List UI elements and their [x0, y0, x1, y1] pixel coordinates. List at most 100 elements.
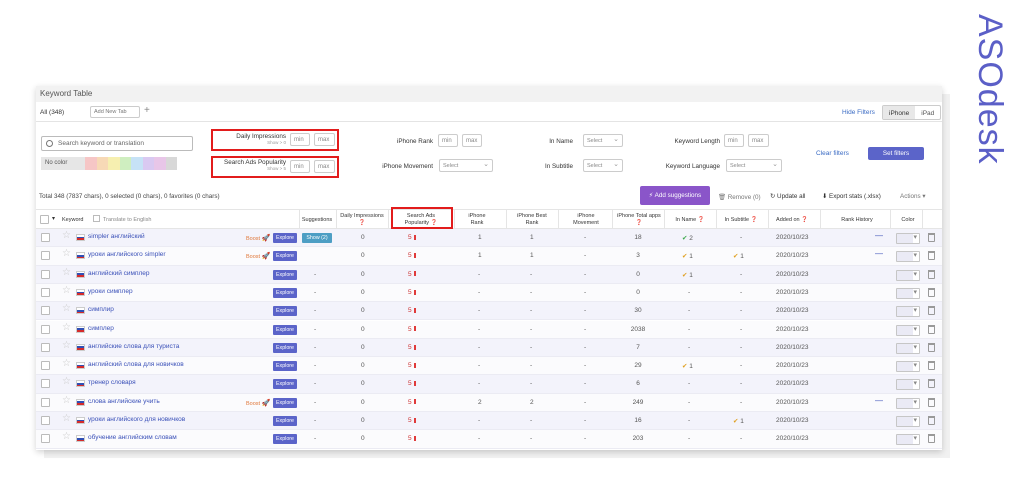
explore-button[interactable]: Explore — [273, 251, 297, 262]
actions-menu[interactable]: Actions ▾ — [900, 193, 926, 200]
delete-trash-icon[interactable] — [928, 324, 935, 334]
row-checkbox[interactable] — [41, 306, 50, 316]
color-select[interactable] — [896, 416, 920, 427]
color-select[interactable] — [896, 324, 920, 336]
delete-trash-icon[interactable] — [928, 416, 935, 425]
favorite-star-icon[interactable]: ☆ — [62, 303, 71, 314]
color-swatch[interactable] — [165, 157, 177, 170]
add-new-tab-input[interactable]: Add New Tab — [90, 106, 140, 118]
keyword-link[interactable]: обучение английским словам — [88, 434, 177, 441]
color-swatch[interactable] — [108, 157, 120, 170]
row-checkbox[interactable] — [41, 361, 50, 371]
in-subtitle-select[interactable]: Select — [583, 159, 623, 172]
column-keyword[interactable]: Keyword — [62, 217, 83, 224]
row-checkbox[interactable] — [41, 324, 50, 334]
column-iphone-total-apps[interactable]: iPhone Total apps ❓ — [617, 213, 661, 227]
no-color-option[interactable]: No color — [41, 157, 85, 170]
favorite-star-icon[interactable]: ☆ — [62, 322, 71, 333]
keyword-link[interactable]: симплер — [88, 325, 114, 332]
boost-label[interactable]: Boost 🚀 — [246, 399, 270, 407]
favorite-star-icon[interactable]: ☆ — [62, 376, 71, 387]
keyword-language-select[interactable]: Select — [726, 159, 782, 172]
explore-button[interactable]: Explore — [273, 434, 297, 445]
select-all-checkbox[interactable] — [40, 215, 49, 224]
row-checkbox[interactable] — [41, 434, 50, 444]
color-swatch[interactable] — [131, 157, 143, 170]
iphone-rank-max[interactable]: max — [462, 134, 482, 147]
color-select[interactable] — [896, 269, 920, 281]
row-checkbox[interactable] — [41, 269, 50, 279]
keyword-link[interactable]: симплир — [88, 306, 114, 313]
delete-trash-icon[interactable] — [928, 251, 935, 261]
delete-trash-icon[interactable] — [928, 434, 935, 444]
favorite-star-icon[interactable]: ☆ — [62, 358, 71, 369]
color-swatch[interactable] — [154, 157, 166, 170]
color-select[interactable] — [896, 306, 920, 318]
row-checkbox[interactable] — [41, 379, 50, 389]
column-iphone-rank[interactable]: iPhone Rank — [462, 213, 492, 227]
explore-button[interactable]: Explore — [273, 342, 297, 353]
delete-trash-icon[interactable] — [928, 269, 935, 279]
delete-trash-icon[interactable] — [928, 342, 935, 352]
keyword-link[interactable]: уроки симплер — [88, 288, 133, 295]
color-select[interactable] — [896, 397, 920, 409]
favorite-star-icon[interactable]: ☆ — [62, 267, 71, 278]
tab-all[interactable]: All (348) — [40, 109, 64, 116]
hide-filters-link[interactable]: Hide Filters — [842, 109, 875, 116]
column-daily-impressions[interactable]: Daily Impressions ❓ — [340, 213, 384, 227]
keyword-link[interactable]: английский слова для новичков — [88, 361, 184, 368]
delete-trash-icon[interactable] — [928, 287, 935, 297]
color-swatch[interactable] — [96, 157, 108, 170]
remove-button[interactable]: 🗑 Remove (0) — [718, 193, 761, 201]
explore-button[interactable]: Explore — [273, 287, 297, 298]
color-select[interactable] — [896, 361, 920, 373]
favorite-star-icon[interactable]: ☆ — [62, 285, 71, 296]
delete-trash-icon[interactable] — [928, 379, 935, 389]
keyword-link[interactable]: уроки английского simpler — [88, 251, 166, 258]
search-input[interactable]: Search keyword or translation — [41, 136, 193, 151]
explore-button[interactable]: Explore — [273, 233, 297, 243]
iphone-rank-min[interactable]: min — [438, 134, 458, 147]
rank-history-sparkline[interactable]: — — [875, 396, 883, 405]
column-iphone-best-rank[interactable]: iPhone Best Rank — [512, 213, 552, 227]
keyword-link[interactable]: уроки английского для новичков — [88, 416, 185, 423]
keyword-link[interactable]: слова английские учить — [88, 398, 160, 405]
set-filters-button[interactable]: Set filters — [868, 147, 924, 160]
color-select[interactable] — [896, 233, 920, 244]
delete-trash-icon[interactable] — [928, 233, 935, 242]
keyword-link[interactable]: английские слова для туриста — [88, 343, 179, 350]
delete-trash-icon[interactable] — [928, 397, 935, 407]
column-in-subtitle[interactable]: In Subtitle ❓ — [719, 217, 763, 224]
translate-checkbox[interactable] — [93, 215, 100, 222]
explore-button[interactable]: Explore — [273, 324, 297, 335]
explore-button[interactable]: Explore — [273, 306, 297, 317]
favorite-star-icon[interactable]: ☆ — [62, 340, 71, 351]
daily-impressions-max[interactable]: max — [314, 133, 335, 146]
rank-history-sparkline[interactable]: — — [875, 231, 883, 240]
show-suggestions-button[interactable]: Show (2) — [302, 233, 332, 243]
favorite-star-icon[interactable]: ☆ — [62, 248, 71, 259]
clear-filters-link[interactable]: Clear filters — [816, 150, 849, 157]
explore-button[interactable]: Explore — [273, 397, 297, 408]
keyword-link[interactable]: тренер словаря — [88, 379, 136, 386]
explore-button[interactable]: Explore — [273, 416, 297, 426]
daily-impressions-min[interactable]: min — [290, 133, 310, 146]
explore-button[interactable]: Explore — [273, 379, 297, 390]
iphone-movement-select[interactable]: Select — [439, 159, 493, 172]
row-checkbox[interactable] — [41, 416, 50, 425]
color-select[interactable] — [896, 342, 920, 354]
device-iphone-button[interactable]: iPhone — [883, 106, 916, 119]
column-added-on[interactable]: Added on ❓ — [770, 217, 814, 224]
explore-button[interactable]: Explore — [273, 361, 297, 372]
color-select[interactable] — [896, 251, 920, 263]
add-tab-plus-icon[interactable]: + — [144, 105, 150, 116]
keyword-length-max[interactable]: max — [748, 134, 769, 147]
favorite-star-icon[interactable]: ☆ — [62, 230, 71, 241]
column-suggestions[interactable]: Suggestions — [300, 217, 334, 224]
column-iphone-movement[interactable]: iPhone Movement — [564, 213, 608, 227]
color-select[interactable] — [896, 287, 920, 299]
export-stats-button[interactable]: ⬇ Export stats (.xlsx) — [822, 193, 881, 200]
favorite-star-icon[interactable]: ☆ — [62, 431, 71, 442]
boost-label[interactable]: Boost 🚀 — [246, 234, 270, 242]
color-swatch[interactable] — [119, 157, 131, 170]
